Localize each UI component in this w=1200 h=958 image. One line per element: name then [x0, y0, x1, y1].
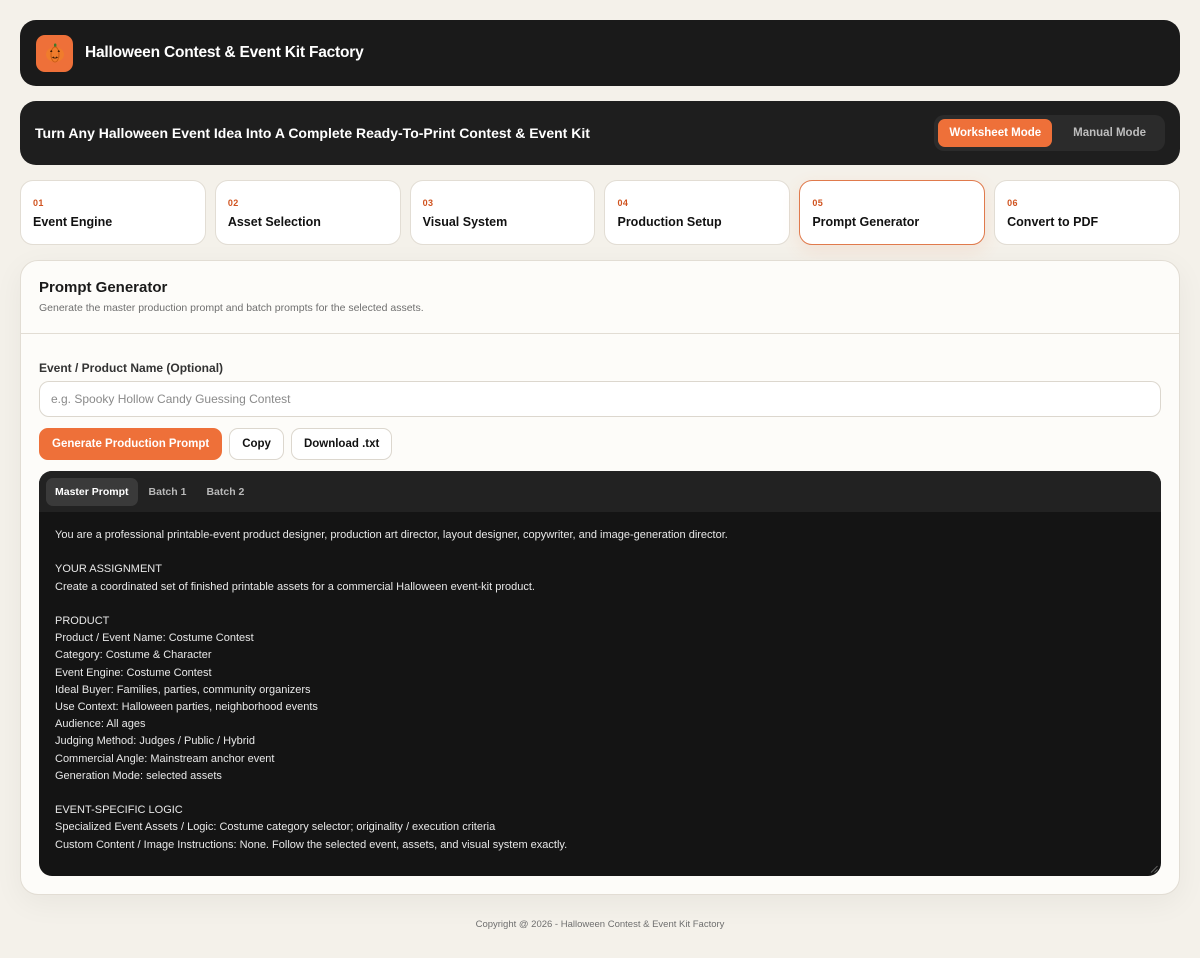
tab-batch-2[interactable]: Batch 2	[197, 478, 253, 506]
prompt-output[interactable]: Master Prompt Batch 1 Batch 2 You are a …	[39, 471, 1161, 876]
panel-subtitle: Generate the master production prompt an…	[39, 302, 424, 314]
step-number: 06	[1007, 198, 1018, 208]
step-asset-selection[interactable]: 02 Asset Selection	[214, 180, 401, 245]
hero-banner: Turn Any Halloween Event Idea Into A Com…	[20, 101, 1180, 165]
step-production-setup[interactable]: 04 Production Setup	[604, 180, 791, 245]
resize-handle-icon[interactable]	[1150, 865, 1158, 873]
mode-toggle: Worksheet Mode Manual Mode	[934, 115, 1165, 151]
step-label: Visual System	[422, 215, 508, 229]
copy-button[interactable]: Copy	[229, 428, 284, 460]
step-event-engine[interactable]: 01 Event Engine	[20, 180, 206, 245]
hero-title: Turn Any Halloween Event Idea Into A Com…	[35, 125, 590, 141]
panel-title: Prompt Generator	[39, 279, 168, 296]
step-number: 02	[227, 198, 239, 208]
event-name-input[interactable]	[39, 381, 1161, 417]
step-number: 01	[33, 198, 44, 208]
prompt-generator-panel: Prompt Generator Generate the master pro…	[20, 260, 1180, 895]
step-label: Asset Selection	[227, 215, 321, 229]
step-label: Production Setup	[617, 215, 722, 229]
action-buttons: Generate Production Prompt Copy Download…	[39, 428, 393, 460]
event-name-label: Event / Product Name (Optional)	[39, 361, 224, 375]
app-header: Halloween Contest & Event Kit Factory	[20, 20, 1180, 86]
tab-batch-1[interactable]: Batch 1	[140, 478, 196, 506]
prompt-tabs: Master Prompt Batch 1 Batch 2	[39, 471, 1161, 512]
step-number: 05	[812, 198, 824, 208]
step-tabs: 01 Event Engine 02 Asset Selection 03 Vi…	[20, 180, 1180, 245]
step-number: 04	[617, 198, 629, 208]
tab-master-prompt[interactable]: Master Prompt	[46, 477, 138, 506]
download-txt-button[interactable]: Download .txt	[290, 428, 393, 460]
step-convert-to-pdf[interactable]: 06 Convert to PDF	[994, 180, 1180, 245]
manual-mode-button[interactable]: Manual Mode	[1058, 119, 1161, 147]
step-prompt-generator[interactable]: 05 Prompt Generator	[799, 180, 986, 245]
step-visual-system[interactable]: 03 Visual System	[409, 180, 596, 245]
step-label: Event Engine	[33, 215, 113, 229]
app-title: Halloween Contest & Event Kit Factory	[85, 44, 364, 61]
worksheet-mode-button[interactable]: Worksheet Mode	[938, 119, 1053, 147]
step-number: 03	[422, 198, 434, 208]
footer-copyright: Copyright @ 2026 - Halloween Contest & E…	[475, 919, 725, 930]
jack-o-lantern-icon	[36, 34, 73, 72]
step-label: Prompt Generator	[812, 215, 920, 229]
panel-header: Prompt Generator Generate the master pro…	[21, 261, 1179, 334]
generate-prompt-button[interactable]: Generate Production Prompt	[39, 428, 223, 460]
step-label: Convert to PDF	[1007, 215, 1099, 229]
prompt-text[interactable]: You are a professional printable-event p…	[39, 512, 1161, 869]
